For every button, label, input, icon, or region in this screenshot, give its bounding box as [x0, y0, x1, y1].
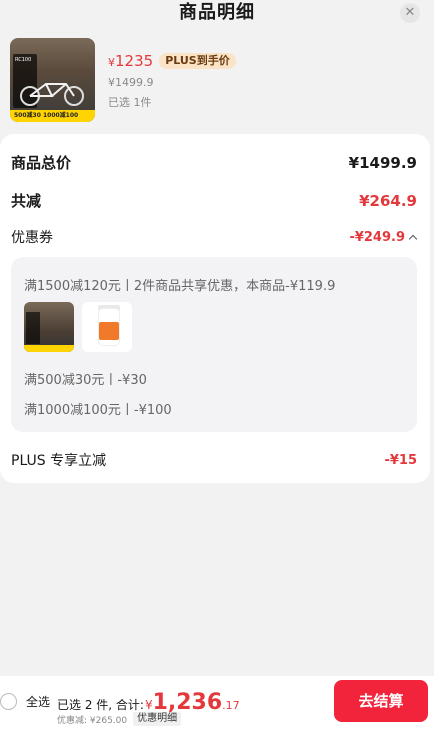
coupon-line-500: 满500减30元丨-¥30 — [24, 373, 147, 388]
plus-price: ¥1235 — [108, 52, 153, 70]
checkout-bar: 全选 已选 2 件, 合计: ¥ 1,236 .17 优惠减: ¥265.00 … — [0, 676, 434, 737]
select-all-radio[interactable] — [0, 693, 17, 710]
coupon-detail-box: 满1500减120元丨2件商品共享优惠，本商品-¥119.9 满500减30元丨… — [11, 257, 417, 432]
price-breakdown-card: 商品总价 ¥1499.9 共减 ¥264.9 优惠券 -¥249.9 满1500… — [0, 134, 430, 483]
selected-sum-label: 已选 2 件, 合计: — [57, 698, 144, 712]
product-thumbnail[interactable]: RC100 500减30 1000减100 — [10, 38, 95, 122]
plus-discount-row: PLUS 专享立减 -¥15 — [11, 450, 417, 470]
price-line: ¥1235 PLUS到手价 — [108, 52, 236, 70]
coupon-row[interactable]: 优惠券 -¥249.9 — [11, 227, 417, 247]
price-yen-symbol: ¥ — [108, 56, 115, 69]
sheet-header: 商品明细 ✕ — [0, 0, 434, 28]
plus-discount-label: PLUS 专享立减 — [11, 453, 107, 469]
total-reduction-label: 共减 — [11, 192, 42, 210]
price-value: 1235 — [115, 52, 154, 70]
coupon-value: -¥249.9 — [349, 229, 405, 245]
total-price-row: 商品总价 ¥1499.9 — [11, 152, 417, 173]
total-reduction-value: ¥264.9 — [359, 191, 417, 210]
mini-promo-strip — [24, 345, 74, 352]
close-icon[interactable]: ✕ — [400, 3, 420, 23]
bike-thumbnail[interactable] — [24, 302, 74, 352]
sheet-title: 商品明细 — [179, 2, 255, 23]
total-price-value: ¥1499.9 — [348, 153, 417, 172]
total-price-label: 商品总价 — [11, 154, 72, 172]
bike-image — [20, 83, 84, 106]
discount-detail-button[interactable]: 优惠明细 — [133, 712, 182, 726]
sum-yen: ¥ — [144, 698, 153, 712]
original-price: ¥1499.9 — [108, 76, 154, 89]
thumbnail-promo-strip: 500减30 1000减100 — [10, 110, 95, 122]
bottle-thumbnail[interactable] — [82, 302, 132, 352]
mini-spec-panel — [26, 312, 40, 344]
select-all-label[interactable]: 全选 — [26, 693, 50, 710]
plus-price-tag: PLUS到手价 — [159, 53, 236, 69]
coupon-line-1000: 满1000减100元丨-¥100 — [24, 403, 172, 418]
sum-decimal: .17 — [222, 699, 240, 712]
bottle-label — [99, 322, 119, 340]
selected-count: 已选 1件 — [108, 96, 152, 109]
coupon-product-thumbnails — [24, 302, 132, 352]
plus-discount-value: -¥15 — [384, 452, 417, 468]
coupon-value-wrap[interactable]: -¥249.9 — [349, 230, 417, 245]
coupon-shared-desc: 满1500减120元丨2件商品共享优惠，本商品-¥119.9 — [24, 279, 336, 294]
savings-text: 优惠减: ¥265.00 — [57, 715, 128, 726]
product-row[interactable]: RC100 500减30 1000减100 ¥1235 PLUS到手价 ¥149… — [10, 38, 424, 124]
checkout-button[interactable]: 去结算 — [334, 680, 428, 722]
product-detail-sheet: 商品明细 ✕ RC100 500减30 1000减100 ¥1235 PLUS到… — [0, 0, 434, 737]
coupon-label: 优惠券 — [11, 230, 53, 246]
total-reduction-row: 共减 ¥264.9 — [11, 190, 417, 211]
chevron-up-icon[interactable] — [409, 233, 417, 241]
savings-line: 优惠减: ¥265.00 优惠明细 — [57, 712, 182, 726]
